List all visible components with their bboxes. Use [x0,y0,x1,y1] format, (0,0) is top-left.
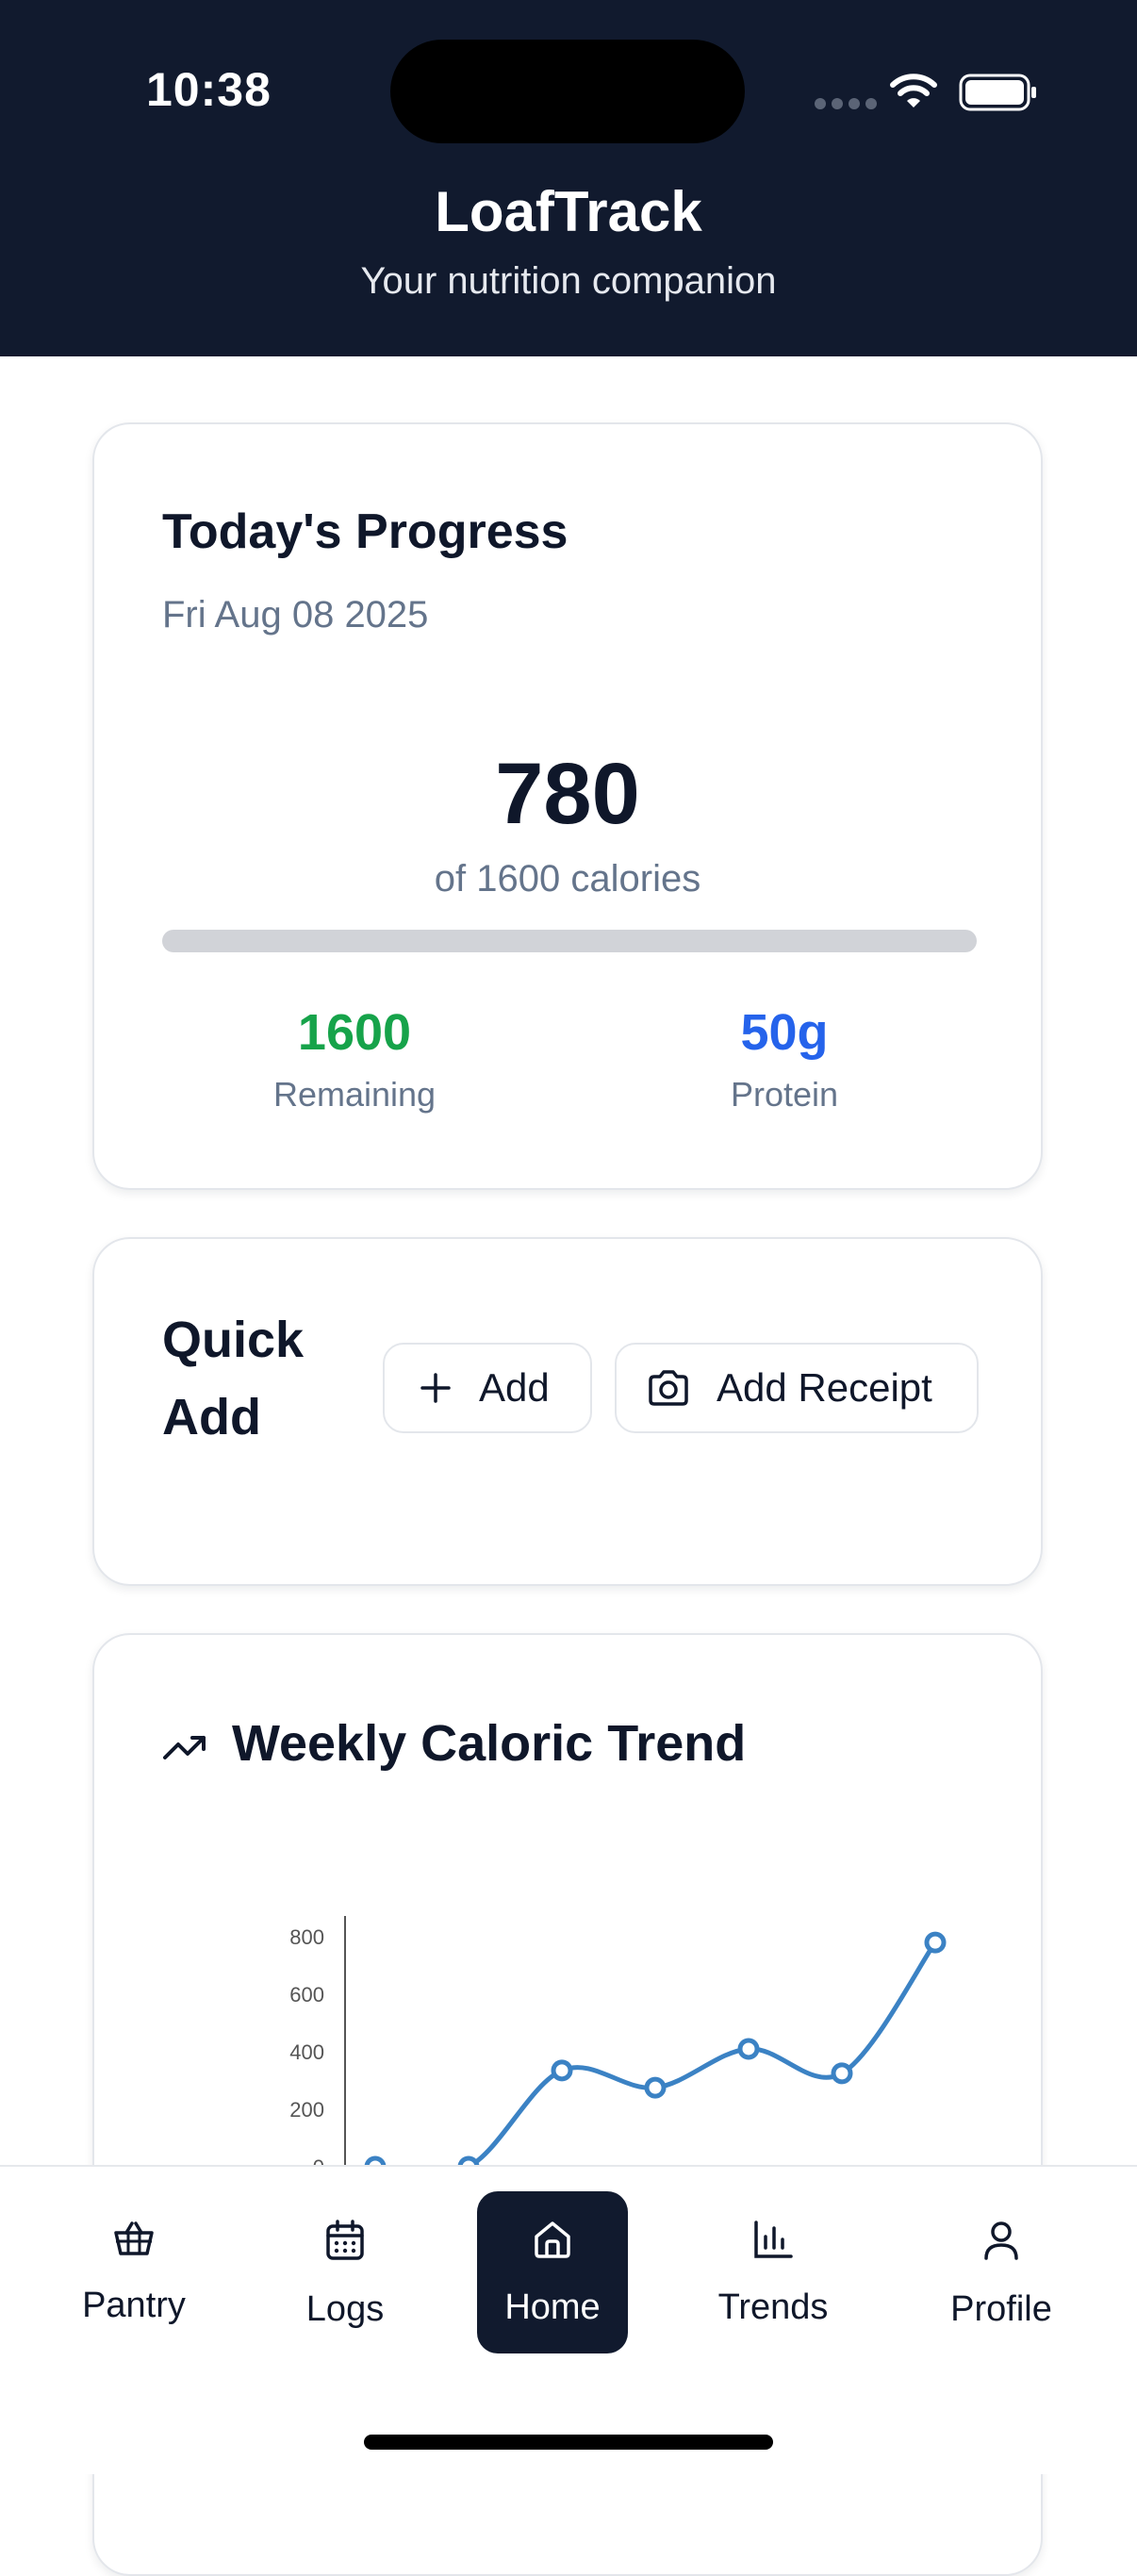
dynamic-island [390,40,745,143]
nav-label-pantry: Pantry [82,2286,186,2325]
home-indicator [364,2435,773,2450]
user-icon [984,2221,1018,2260]
progress-title: Today's Progress [162,504,568,559]
wifi-icon [890,74,937,107]
chart-data-point [924,1931,947,1954]
nav-label-trends: Trends [717,2287,829,2327]
nav-item-pantry[interactable]: Pantry [58,2191,209,2353]
bottom-navigation: Pantry Logs Home Trends Profile [0,2165,1137,2474]
chart-y-tick-label: 600 [289,1983,324,2006]
calendar-icon [326,2220,364,2260]
add-button-label: Add [479,1365,550,1410]
nav-item-profile[interactable]: Profile [926,2191,1077,2353]
add-receipt-button-label: Add Receipt [717,1365,932,1410]
nav-label-logs: Logs [305,2289,385,2329]
remaining-value: 1600 [297,1004,412,1061]
nav-item-logs[interactable]: Logs [270,2191,420,2353]
camera-icon [649,1370,688,1406]
remaining-label: Remaining [272,1075,437,1114]
nav-label-profile: Profile [950,2289,1052,2329]
status-time: 10:38 [146,63,272,116]
calories-consumed: 780 [495,746,640,842]
chart-y-tick-label: 800 [289,1925,324,1949]
chart-data-point [831,2062,853,2085]
todays-progress-card: Today's Progress Fri Aug 08 2025 780 of … [92,422,1043,1190]
chart-series-line [374,1940,938,2177]
add-receipt-button[interactable]: Add Receipt [615,1343,979,1433]
chart-data-point [551,2059,573,2082]
nav-item-home[interactable]: Home [477,2191,628,2353]
quick-add-card: Quick Add Add Add Receipt [92,1237,1043,1586]
nav-label-home: Home [504,2287,601,2327]
chart-data-point [644,2076,667,2099]
app-header: 10:38 LoafTrack Your nutrition companion [0,0,1137,356]
chart-y-tick-label: 400 [289,2040,324,2064]
nav-item-trends[interactable]: Trends [698,2191,849,2353]
chart-y-tick-label: 200 [289,2098,324,2122]
progress-date: Fri Aug 08 2025 [162,594,429,636]
protein-value: 50g [740,1004,829,1061]
remaining-stat: 1600 Remaining [213,1003,496,1115]
app-title: LoafTrack [435,180,702,243]
add-button[interactable]: Add [383,1343,592,1433]
protein-label: Protein [730,1075,839,1114]
bar-chart-icon [754,2221,793,2258]
plus-icon [420,1373,451,1403]
chart-data-point [737,2038,760,2060]
protein-stat: 50g Protein [643,1003,926,1115]
calories-goal: of 1600 calories [434,858,701,900]
basket-icon [114,2221,154,2255]
calorie-progress-bar [162,930,977,952]
app-subtitle: Your nutrition companion [360,260,777,302]
quick-add-title: Quick Add [162,1312,305,1445]
home-icon [535,2221,570,2258]
battery-icon [959,74,1036,111]
cellular-signal-icon [815,98,877,109]
